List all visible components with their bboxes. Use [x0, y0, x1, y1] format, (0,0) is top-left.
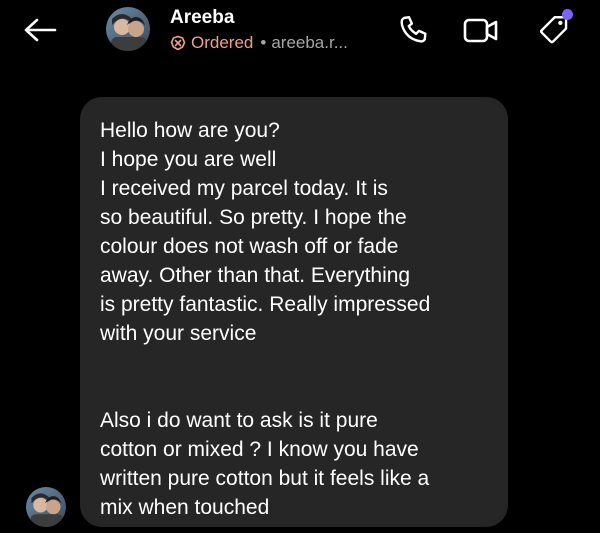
phone-icon [400, 16, 427, 43]
video-call-button[interactable] [461, 10, 501, 50]
tag-notification-dot [562, 9, 573, 20]
contact-status-row: Ordered • areeba.r... [170, 32, 348, 54]
message-text: Hello how are you? I hope you are well I… [100, 119, 431, 519]
chat-header: Areeba Ordered • areeba.r... [0, 0, 600, 72]
contact-username: areeba.r... [271, 33, 348, 52]
sender-avatar[interactable] [26, 487, 66, 527]
contact-avatar[interactable] [106, 7, 150, 51]
status-separator: • [260, 33, 267, 52]
message-bubble[interactable]: Hello how are you? I hope you are well I… [80, 97, 508, 527]
video-camera-icon [463, 18, 498, 43]
ordered-status-icon [170, 35, 186, 51]
ordered-status-label: Ordered [191, 33, 254, 52]
back-arrow-icon [24, 18, 57, 42]
contact-name[interactable]: Areeba [170, 7, 234, 29]
back-button[interactable] [20, 12, 60, 48]
call-button[interactable] [394, 10, 434, 50]
